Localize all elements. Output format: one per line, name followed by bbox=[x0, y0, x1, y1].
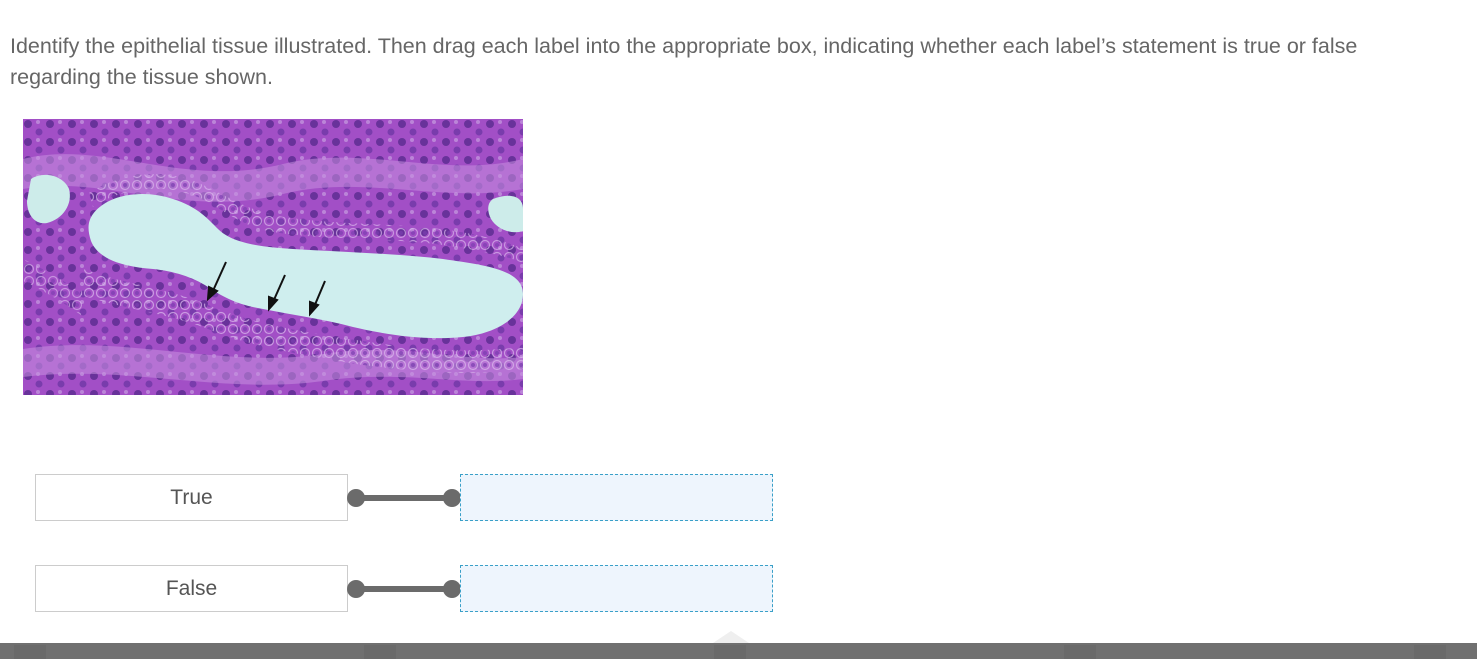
toolbar-segment bbox=[1064, 645, 1096, 659]
micrograph-image bbox=[23, 119, 523, 395]
connector-line bbox=[353, 586, 455, 592]
drop-zone-true[interactable] bbox=[460, 474, 773, 521]
toolbar-segment bbox=[1414, 645, 1446, 659]
drop-zone-false[interactable] bbox=[460, 565, 773, 612]
scroll-up-icon[interactable] bbox=[713, 631, 749, 643]
label-true[interactable]: True bbox=[35, 474, 348, 521]
toolbar-segment bbox=[364, 645, 396, 659]
connector-line bbox=[353, 495, 455, 501]
label-false[interactable]: False bbox=[35, 565, 348, 612]
tissue-micrograph bbox=[23, 119, 523, 395]
connector-dot-icon bbox=[347, 580, 365, 598]
question-instructions: Identify the epithelial tissue illustrat… bbox=[10, 34, 1358, 89]
activity-page: Identify the epithelial tissue illustrat… bbox=[0, 0, 1477, 659]
connector-dot-icon bbox=[347, 489, 365, 507]
connector-dot-icon bbox=[443, 489, 461, 507]
connector-false bbox=[347, 579, 461, 599]
connector-true bbox=[347, 488, 461, 508]
toolbar-segment bbox=[714, 645, 746, 659]
connector-dot-icon bbox=[443, 580, 461, 598]
toolbar-segment bbox=[14, 645, 46, 659]
bottom-toolbar bbox=[0, 631, 1477, 659]
